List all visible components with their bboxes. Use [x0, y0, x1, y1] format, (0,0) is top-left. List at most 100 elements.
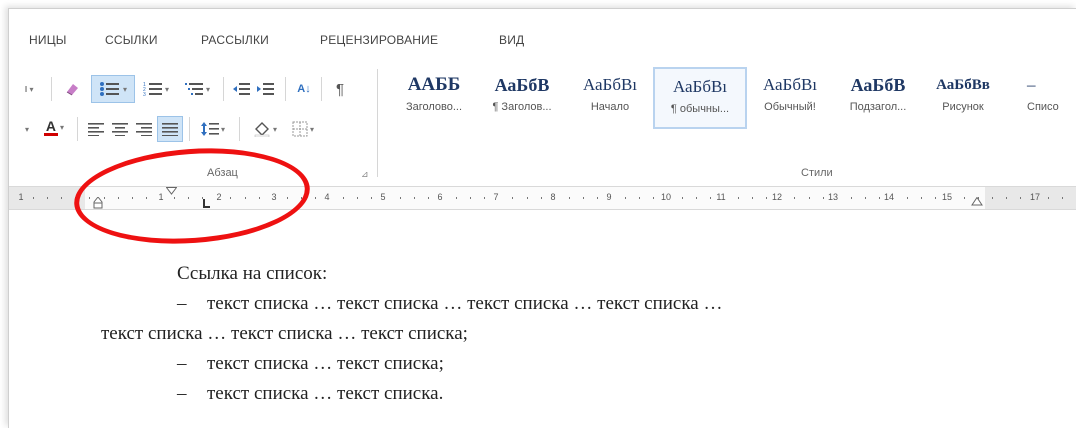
ruler-tick: [879, 197, 880, 199]
ruler-number: 5: [380, 192, 386, 202]
pilcrow-icon: ¶: [335, 80, 345, 98]
list-dash: –: [177, 293, 187, 314]
decrease-indent-button[interactable]: [231, 79, 253, 99]
line-spacing-icon: [200, 122, 219, 136]
highlight-dropdown-partial[interactable]: ▾: [19, 119, 33, 139]
chevron-down-icon: ▾: [29, 84, 34, 94]
style-start[interactable]: АаБбВı Начало: [567, 71, 653, 123]
svg-text:3: 3: [143, 92, 146, 97]
ruler-tick: [850, 197, 852, 199]
word-window: НИЦЫ ССЫЛКИ РАССЫЛКИ РЕЦЕНЗИРОВАНИЕ ВИД …: [8, 8, 1076, 428]
ruler-number: 17: [1029, 192, 1041, 202]
styles-group-label: Стили: [801, 167, 833, 179]
ruler-tick: [357, 197, 359, 199]
line-spacing-button[interactable]: ▾: [195, 119, 231, 139]
ruler-tick: [653, 197, 655, 199]
ruler-tick: [921, 197, 923, 199]
ruler-number: 11: [716, 192, 726, 202]
align-right-icon: [136, 123, 152, 136]
ruler-tick: [625, 197, 627, 199]
chevron-down-icon: ▾: [205, 84, 210, 94]
paragraph-dialog-launcher-icon[interactable]: ⊿: [361, 169, 369, 180]
right-indent-marker-icon[interactable]: [971, 197, 983, 207]
chevron-down-icon: ▾: [309, 124, 314, 134]
ruler-number: 6: [437, 192, 443, 202]
list-dash: –: [177, 353, 187, 374]
borders-icon: [292, 121, 308, 137]
ruler-tick: [371, 197, 373, 199]
chevron-down-icon: ▾: [59, 122, 64, 132]
ruler-number: 13: [827, 192, 839, 202]
ruler-tick: [1048, 197, 1050, 199]
list-dash: –: [177, 383, 187, 404]
font-size-dropdown-partial[interactable]: ı ▾: [19, 79, 39, 99]
style-normal-2[interactable]: АаБбВı Обычный!: [747, 71, 833, 123]
ruler-tick: [907, 197, 909, 199]
chevron-down-icon: ▾: [24, 124, 29, 134]
ruler-tick: [963, 197, 965, 199]
align-left-icon: [88, 123, 104, 136]
ruler-tick: [935, 197, 937, 199]
ruler-tick: [1005, 197, 1007, 199]
multilevel-list-button[interactable]: ▾: [179, 79, 215, 99]
ruler-number: 15: [941, 192, 953, 202]
tab-view[interactable]: ВИД: [499, 33, 524, 47]
chevron-down-icon: ▾: [164, 84, 169, 94]
tab-layout-partial[interactable]: НИЦЫ: [29, 33, 67, 47]
ruler-tick: [540, 197, 542, 199]
sort-button[interactable]: A↓: [293, 79, 315, 99]
bullet-list-icon: [99, 82, 119, 96]
borders-button[interactable]: ▾: [285, 119, 321, 139]
ruler-tick: [470, 197, 472, 199]
ruler-tick: [399, 197, 401, 199]
clear-formatting-button[interactable]: [61, 79, 83, 99]
ruler-tick: [484, 197, 486, 199]
style-normal-selected[interactable]: АаБбВı ¶ обычны...: [653, 67, 747, 129]
ruler-tick: [597, 197, 598, 199]
justify-button[interactable]: [157, 116, 183, 142]
style-subtitle[interactable]: АаБбВ Подзагол...: [835, 71, 921, 123]
show-formatting-marks-button[interactable]: ¶: [329, 79, 351, 99]
bullets-button[interactable]: ▾: [91, 75, 135, 103]
ruler-tick: [738, 197, 739, 199]
ruler-number: 7: [493, 192, 499, 202]
ribbon-tabs: НИЦЫ ССЫЛКИ РАССЫЛКИ РЕЦЕНЗИРОВАНИЕ ВИД: [9, 9, 1076, 61]
align-left-button[interactable]: [85, 119, 107, 139]
ruler-tick: [822, 197, 824, 199]
style-figure[interactable]: АаБбВв Рисунок: [923, 71, 1003, 123]
list-item-text: текст списка … текст списка;: [207, 353, 444, 374]
style-list[interactable]: – Списо: [1005, 71, 1076, 123]
ruler-tick: [512, 197, 514, 199]
font-color-icon: A: [43, 117, 58, 136]
ruler-tick: [794, 197, 796, 199]
style-heading-1[interactable]: ААББ Заголово...: [391, 71, 477, 123]
ruler-number: 12: [771, 192, 783, 202]
increase-indent-button[interactable]: [255, 79, 277, 99]
ruler-tick: [695, 197, 697, 199]
ruler-tick: [526, 197, 528, 199]
ruler-number: 9: [606, 192, 612, 202]
eraser-icon: [66, 84, 78, 96]
multilevel-list-icon: [184, 83, 203, 95]
chevron-down-icon: ▾: [220, 124, 225, 134]
style-heading-2[interactable]: АаБбВ ¶ Заголов...: [479, 71, 565, 123]
ruler-tick: [1062, 197, 1064, 199]
list-item-text: текст списка … текст списка … текст спис…: [207, 293, 723, 314]
tab-references[interactable]: ССЫЛКИ: [105, 33, 158, 47]
ruler-tick: [681, 197, 683, 199]
ruler-tick: [639, 197, 641, 199]
ruler-tick: [582, 197, 584, 199]
ruler-number: 14: [883, 192, 895, 202]
align-right-button[interactable]: [133, 119, 155, 139]
font-color-button[interactable]: A ▾: [37, 117, 71, 137]
numbering-button[interactable]: 123 ▾: [139, 79, 173, 99]
ruler-tick: [456, 197, 457, 199]
align-center-button[interactable]: [109, 119, 131, 139]
ruler-tick: [709, 197, 711, 199]
tab-mailings[interactable]: РАССЫЛКИ: [201, 33, 269, 47]
justify-icon: [162, 123, 178, 136]
increase-indent-icon: [257, 83, 274, 95]
ruler-tick: [343, 197, 345, 199]
tab-review[interactable]: РЕЦЕНЗИРОВАНИЕ: [320, 33, 438, 47]
shading-button[interactable]: ▾: [247, 119, 283, 139]
